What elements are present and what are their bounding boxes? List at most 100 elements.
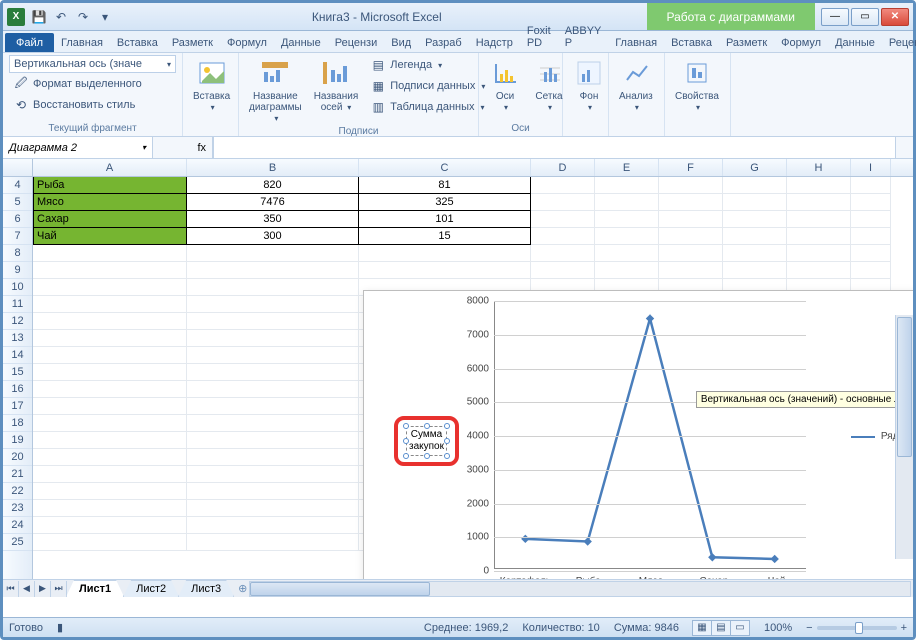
cell-H4[interactable] — [787, 177, 851, 194]
legend-button[interactable]: ▤Легенда▾ — [366, 55, 489, 75]
cell-B14[interactable] — [187, 347, 359, 364]
cell-H5[interactable] — [787, 194, 851, 211]
cell-B21[interactable] — [187, 466, 359, 483]
macro-record-icon[interactable]: ▮ — [57, 621, 63, 634]
cell-I8[interactable] — [851, 245, 891, 262]
cell-B19[interactable] — [187, 432, 359, 449]
horizontal-scrollbar[interactable] — [249, 581, 911, 597]
cell-B18[interactable] — [187, 415, 359, 432]
cell-C8[interactable] — [359, 245, 531, 262]
cell-A24[interactable] — [33, 517, 187, 534]
cell-A25[interactable] — [33, 534, 187, 551]
tab-file[interactable]: Файл — [5, 33, 54, 52]
row-head-13[interactable]: 13 — [3, 330, 32, 347]
cell-A21[interactable] — [33, 466, 187, 483]
axis-titles-button[interactable]: Названия осей ▾ — [310, 55, 363, 115]
close-button[interactable]: ✕ — [881, 8, 909, 26]
row-head-19[interactable]: 19 — [3, 432, 32, 449]
tab-Данные[interactable]: Данные — [274, 33, 328, 52]
cell-E5[interactable] — [595, 194, 659, 211]
cell-B16[interactable] — [187, 381, 359, 398]
cell-B15[interactable] — [187, 364, 359, 381]
cell-C9[interactable] — [359, 262, 531, 279]
cell-G8[interactable] — [723, 245, 787, 262]
row-head-12[interactable]: 12 — [3, 313, 32, 330]
row-head-4[interactable]: 4 — [3, 177, 32, 194]
cell-A12[interactable] — [33, 313, 187, 330]
maximize-button[interactable]: ▭ — [851, 8, 879, 26]
row-head-20[interactable]: 20 — [3, 449, 32, 466]
row-head-24[interactable]: 24 — [3, 517, 32, 534]
cell-E4[interactable] — [595, 177, 659, 194]
tab-Рецензи[interactable]: Рецензи — [328, 33, 385, 52]
row-head-10[interactable]: 10 — [3, 279, 32, 296]
tab-Надстр[interactable]: Надстр — [469, 33, 520, 52]
cell-F4[interactable] — [659, 177, 723, 194]
col-head-I[interactable]: I — [851, 159, 891, 176]
cell-A19[interactable] — [33, 432, 187, 449]
sheet-tab-Лист3[interactable]: Лист3 — [178, 580, 234, 597]
properties-button[interactable]: Свойства▾ — [671, 55, 723, 115]
cell-B9[interactable] — [187, 262, 359, 279]
new-sheet-icon[interactable]: ⊕ — [238, 582, 247, 595]
cell-B11[interactable] — [187, 296, 359, 313]
row-head-18[interactable]: 18 — [3, 415, 32, 432]
cell-H7[interactable] — [787, 228, 851, 245]
tab-Вид[interactable]: Вид — [384, 33, 418, 52]
row-head-22[interactable]: 22 — [3, 483, 32, 500]
undo-icon[interactable]: ↶ — [51, 7, 71, 27]
select-all-corner[interactable] — [3, 159, 33, 176]
chart-title-button[interactable]: Название диаграммы ▾ — [245, 55, 306, 126]
cell-C5[interactable]: 325 — [359, 194, 531, 211]
cell-C4[interactable]: 81 — [359, 177, 531, 194]
row-head-21[interactable]: 21 — [3, 466, 32, 483]
cell-B6[interactable]: 350 — [187, 211, 359, 228]
fx-icon[interactable]: fx — [197, 142, 206, 154]
tab-ABBYY P[interactable]: ABBYY P — [558, 21, 609, 52]
cell-G6[interactable] — [723, 211, 787, 228]
worksheet-grid[interactable]: ABCDEFGHI 456789101112131415161718192021… — [3, 159, 913, 597]
row-head-6[interactable]: 6 — [3, 211, 32, 228]
cell-I7[interactable] — [851, 228, 891, 245]
cell-I5[interactable] — [851, 194, 891, 211]
row-head-16[interactable]: 16 — [3, 381, 32, 398]
chart-series-line[interactable] — [494, 301, 806, 569]
cell-D4[interactable] — [531, 177, 595, 194]
cell-F8[interactable] — [659, 245, 723, 262]
tab-Разметк[interactable]: Разметк — [165, 33, 220, 52]
cell-B5[interactable]: 7476 — [187, 194, 359, 211]
tab-Вставка[interactable]: Вставка — [110, 33, 165, 52]
cell-B12[interactable] — [187, 313, 359, 330]
cell-D8[interactable] — [531, 245, 595, 262]
cell-B25[interactable] — [187, 534, 359, 551]
data-labels-button[interactable]: ▦Подписи данных▾ — [366, 76, 489, 96]
col-head-B[interactable]: B — [187, 159, 359, 176]
reset-style-button[interactable]: ⟲Восстановить стиль — [9, 95, 176, 115]
cell-D9[interactable] — [531, 262, 595, 279]
axes-button[interactable]: Оси▾ — [485, 55, 525, 115]
cell-B8[interactable] — [187, 245, 359, 262]
row-head-11[interactable]: 11 — [3, 296, 32, 313]
cell-I4[interactable] — [851, 177, 891, 194]
data-table-button[interactable]: ▥Таблица данных▾ — [366, 97, 489, 117]
embedded-chart[interactable]: Сумма закупок 01000200030004000500060007… — [363, 290, 913, 597]
format-selection-button[interactable]: 🖉Формат выделенного — [9, 74, 176, 94]
col-head-C[interactable]: C — [359, 159, 531, 176]
cell-B22[interactable] — [187, 483, 359, 500]
cell-H9[interactable] — [787, 262, 851, 279]
sheet-tab-Лист2[interactable]: Лист2 — [123, 580, 179, 597]
cell-B4[interactable]: 820 — [187, 177, 359, 194]
cell-I6[interactable] — [851, 211, 891, 228]
cell-B10[interactable] — [187, 279, 359, 296]
cell-A5[interactable]: Мясо — [33, 194, 187, 211]
col-head-D[interactable]: D — [531, 159, 595, 176]
tab-Главная[interactable]: Главная — [608, 33, 664, 52]
cell-H6[interactable] — [787, 211, 851, 228]
cell-D6[interactable] — [531, 211, 595, 228]
tab-Разраб[interactable]: Разраб — [418, 33, 469, 52]
analysis-button[interactable]: Анализ▾ — [615, 55, 657, 115]
cell-B23[interactable] — [187, 500, 359, 517]
axis-title-box[interactable]: Сумма закупок — [394, 416, 459, 466]
insert-button[interactable]: Вставка▾ — [189, 55, 234, 115]
cell-G7[interactable] — [723, 228, 787, 245]
